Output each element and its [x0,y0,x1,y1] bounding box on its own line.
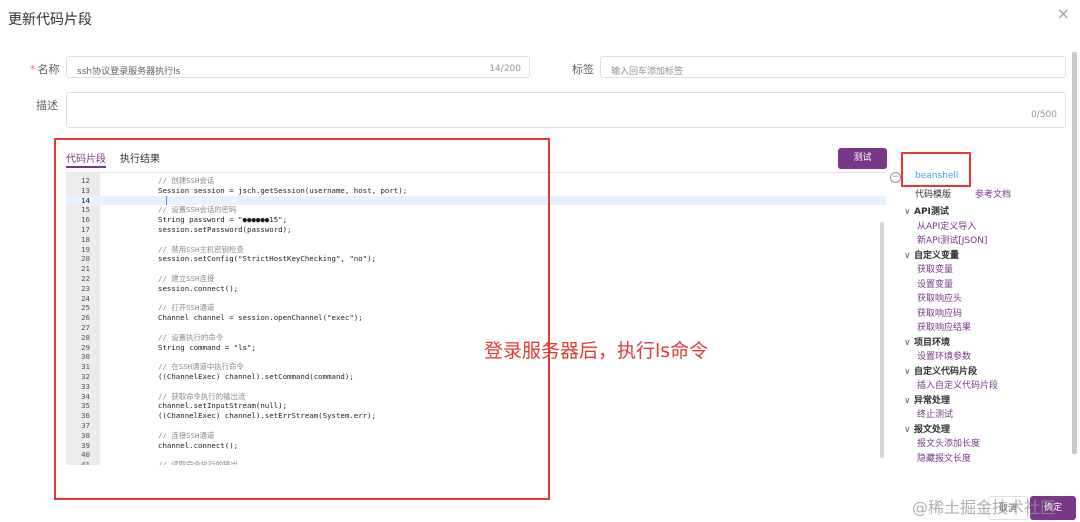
template-group-label: 报文处理 [914,424,951,435]
template-group-title[interactable]: ∨ 自定义变量 [904,249,998,264]
chevron-down-icon: ∨ [904,366,911,377]
chevron-down-icon: ∨ [904,395,911,406]
description-label: 描述 [36,99,58,112]
template-item[interactable]: 从API定义导入 [904,220,998,235]
close-icon[interactable]: × [1057,6,1070,22]
language-highlight-box [901,152,971,187]
template-group: ∨ 自定义代码片段 插入自定义代码片段 [904,365,998,394]
reference-doc-link[interactable]: 参考文档 [975,187,1011,200]
required-mark: * [30,63,36,76]
template-item[interactable]: 插入自定义代码片段 [904,379,998,394]
template-group-label: 自定义代码片段 [914,366,978,377]
name-label: * 名称 [30,63,60,76]
template-group: ∨ 异常处理 终止测试 [904,394,998,423]
template-group-title[interactable]: ∨ API测试 [904,205,998,220]
language-selector[interactable]: beanshell [915,171,958,181]
template-item[interactable]: 设置变量 [904,278,998,293]
template-item[interactable]: 获取响应码 [904,307,998,322]
template-group: ∨ 报文处理 报文头添加长度 隐藏报文长度 [904,423,998,467]
template-group-label: 异常处理 [914,395,951,406]
template-item[interactable]: 新API测试[JSON] [904,234,998,249]
template-item[interactable]: 获取响应结果 [904,321,998,336]
test-button[interactable]: 测试 [838,148,887,169]
name-input-value: ssh协议登录服务器执行ls [77,67,181,77]
template-item[interactable]: 获取变量 [904,263,998,278]
template-group-title[interactable]: ∨ 异常处理 [904,394,998,409]
template-group: ∨ 项目环境 设置环境参数 [904,336,998,365]
annotation-text: 登录服务器后，执行ls命令 [484,340,709,362]
description-char-count: 0/500 [1031,110,1057,120]
template-group-label: 项目环境 [914,337,951,348]
template-item[interactable]: 获取响应头 [904,292,998,307]
template-item[interactable]: 报文头添加长度 [904,437,998,452]
template-group-title[interactable]: ∨ 自定义代码片段 [904,365,998,380]
name-char-count: 14/200 [489,64,521,74]
chevron-down-icon: ∨ [904,250,911,261]
editor-scrollbar[interactable] [880,222,884,458]
collapse-icon[interactable]: − [890,172,901,183]
name-input[interactable]: ssh协议登录服务器执行ls 14/200 [66,56,530,78]
dialog-title: 更新代码片段 [8,12,92,28]
template-tree: ∨ API测试 从API定义导入 新API测试[JSON] ∨ 自定义变量 获取变量 设置变量… [904,205,998,466]
template-label: 代码模版 [915,190,952,200]
tags-input[interactable]: 输入回车添加标签 [600,56,1066,78]
chevron-down-icon: ∨ [904,337,911,348]
watermark: @稀土掘金技术社区 [912,498,1057,517]
template-group: ∨ API测试 从API定义导入 新API测试[JSON] [904,205,998,249]
template-group-title[interactable]: ∨ 报文处理 [904,423,998,438]
template-group: ∨ 自定义变量 获取变量 设置变量 获取响应头 获取响应码 获取响应结果 [904,249,998,336]
chevron-down-icon: ∨ [904,207,911,217]
template-item[interactable]: 隐藏报文长度 [904,452,998,467]
chevron-down-icon: ∨ [904,424,911,435]
template-group-label: API测试 [914,207,949,217]
template-group-title[interactable]: ∨ 项目环境 [904,336,998,351]
template-item[interactable]: 设置环境参数 [904,350,998,365]
dialog-scrollbar[interactable] [1072,52,1077,454]
tags-label: 标签 [572,63,594,76]
tags-placeholder: 输入回车添加标签 [611,67,684,77]
description-textarea[interactable]: 0/500 [66,92,1066,128]
template-group-label: 自定义变量 [914,250,960,261]
code-highlight-box [54,138,550,500]
template-item[interactable]: 终止测试 [904,408,998,423]
